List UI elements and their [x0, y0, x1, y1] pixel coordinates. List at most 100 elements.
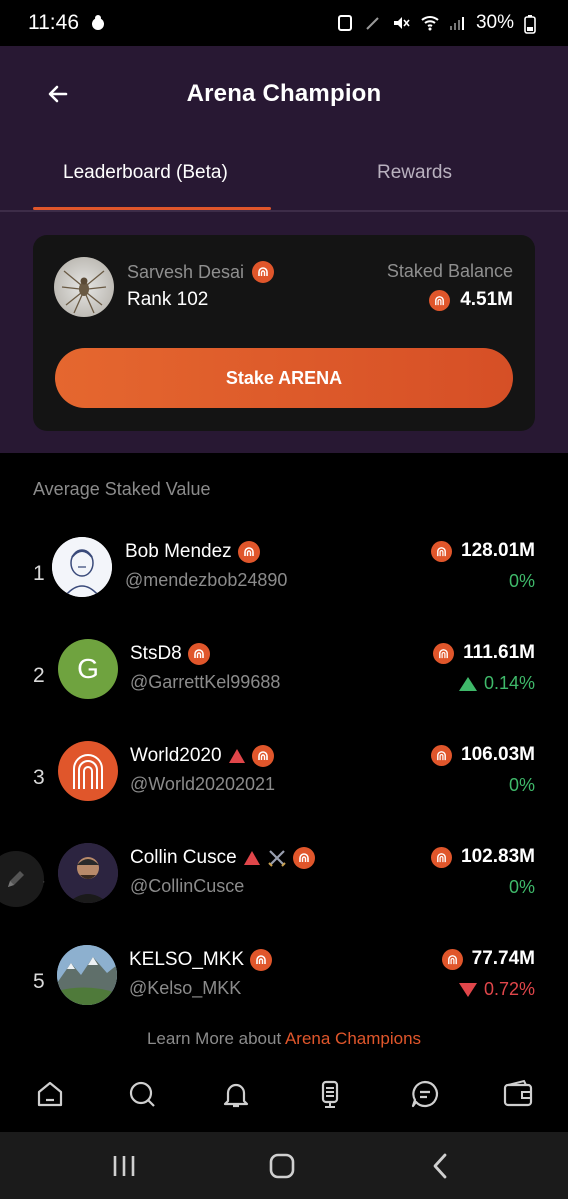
change-percent: 0% [508, 877, 535, 897]
arena-coin-icon [433, 642, 455, 664]
user-name: StsD8 [130, 643, 182, 664]
avatar[interactable]: G [58, 639, 118, 699]
change-percent: 0.72% [483, 979, 535, 999]
avatar[interactable] [54, 257, 114, 317]
user-name-row: Sarvesh Desai [127, 261, 275, 283]
ticket-icon[interactable] [312, 1076, 348, 1112]
tab-bar: Leaderboard (Beta) Rewards [0, 142, 568, 212]
section-label: Average Staked Value [33, 479, 211, 499]
arena-champions-link[interactable]: Arena Champions [285, 1029, 421, 1048]
staked-balance-value: 4.51M [460, 289, 513, 310]
leaderboard-row[interactable]: 2 G StsD8 @GarrettKel99688 111.61M 0.14% [0, 639, 568, 719]
user-name-row: Collin Cusce [130, 847, 315, 869]
staked-value: 102.83M [461, 846, 535, 867]
change-row: 0% [509, 877, 535, 898]
user-handle: @GarrettKel99688 [130, 672, 281, 692]
red-triangle-icon [243, 851, 260, 865]
active-tab-indicator [33, 207, 271, 210]
staked-balance-value-row: 4.51M [429, 289, 513, 311]
status-bar: 11:46 30% [0, 0, 568, 46]
user-name: KELSO_MKK [129, 949, 245, 970]
leaderboard-row[interactable]: 3 World2020 @World20202021 106.03M 0% [0, 741, 568, 821]
page-title: Arena Champion [186, 80, 382, 107]
champion-badge-icon [252, 261, 275, 283]
back-button[interactable] [40, 76, 76, 112]
user-card: Sarvesh Desai Rank 102 Staked Balance 4.… [33, 235, 535, 431]
arena-coin-icon [431, 540, 453, 562]
stake-arena-button[interactable]: Stake ARENA [55, 348, 513, 408]
champion-badge-icon [237, 541, 260, 563]
change-percent: 0% [508, 775, 535, 795]
avatar[interactable] [57, 945, 117, 1005]
rank-number: 2 [33, 664, 45, 687]
learn-more-text: Learn More about Arena Champions [0, 1029, 568, 1049]
chat-icon[interactable] [407, 1076, 443, 1112]
top-panel: Arena Champion Leaderboard (Beta) Reward… [0, 46, 568, 453]
battery-level: 30% [475, 12, 514, 33]
staked-value-row: 128.01M [431, 540, 535, 562]
alarm-icon [336, 14, 354, 32]
user-rank: Rank 102 [127, 289, 209, 310]
staked-value-row: 106.03M [431, 744, 535, 766]
wallet-icon[interactable] [500, 1076, 536, 1112]
system-nav-bar [0, 1132, 568, 1199]
change-row: 0.72% [458, 979, 535, 1000]
rank-number: 1 [33, 562, 45, 585]
learn-more-prefix: Learn More about [146, 1029, 285, 1048]
red-triangle-icon [228, 749, 245, 763]
status-time: 11:46 [28, 11, 79, 34]
arena-coin-icon [431, 744, 453, 766]
wifi-icon [420, 14, 439, 32]
crossed-swords-icon [267, 850, 286, 867]
user-handle: @World20202021 [130, 774, 276, 794]
user-handle: @mendezbob24890 [125, 570, 288, 590]
change-percent: 0.14% [483, 673, 535, 693]
header: Arena Champion [0, 46, 568, 142]
staked-value-row: 77.74M [441, 948, 535, 970]
avatar[interactable] [52, 537, 112, 597]
user-name-row: KELSO_MKK [129, 949, 273, 971]
staked-balance-label: Staked Balance [386, 261, 513, 281]
user-name: Collin Cusce [130, 847, 237, 868]
user-handle: @Kelso_MKK [129, 978, 242, 998]
change-row: 0% [509, 571, 535, 592]
arena-coin-icon [441, 948, 463, 970]
staked-value-row: 111.61M [433, 642, 535, 664]
change-row: 0% [509, 775, 535, 796]
leaderboard-row[interactable]: 4 Collin Cusce @CollinCusce 102.83M 0% [0, 843, 568, 923]
staked-value: 106.03M [461, 744, 535, 765]
staked-value: 77.74M [471, 948, 535, 969]
leaderboard-row[interactable]: 1 Bob Mendez @mendezbob24890 128.01M 0% [0, 537, 568, 617]
champion-badge-icon [251, 745, 274, 767]
pencil-icon [8, 871, 24, 887]
champion-badge-icon [292, 847, 315, 869]
home-button-icon[interactable] [267, 1152, 297, 1180]
tab-leaderboard[interactable]: Leaderboard (Beta) [63, 162, 228, 184]
user-name: Sarvesh Desai [127, 261, 245, 282]
home-icon[interactable] [32, 1076, 68, 1112]
champion-badge-icon [187, 643, 210, 665]
arena-coin-icon [431, 846, 453, 868]
pen-icon [364, 14, 382, 32]
bell-icon[interactable] [218, 1076, 254, 1112]
recent-apps-icon[interactable] [109, 1152, 139, 1180]
search-icon[interactable] [124, 1076, 160, 1112]
rank-number: 5 [33, 970, 45, 993]
leaderboard-row[interactable]: 5 KELSO_MKK @Kelso_MKK 77.74M 0.72% [0, 945, 568, 1025]
user-name-row: World2020 [130, 745, 274, 767]
user-handle: @CollinCusce [130, 876, 245, 896]
tab-rewards[interactable]: Rewards [377, 162, 452, 184]
avatar[interactable] [58, 741, 118, 801]
back-nav-icon[interactable] [426, 1152, 456, 1180]
user-name-row: StsD8 [130, 643, 210, 665]
staked-value: 128.01M [461, 540, 535, 561]
bottom-nav [0, 1062, 568, 1130]
triangle-down-icon [458, 982, 477, 997]
arrow-left-icon [48, 85, 68, 103]
arena-coin-icon [429, 289, 451, 311]
notification-icon [89, 14, 107, 32]
staked-value-row: 102.83M [431, 846, 535, 868]
rank-number: 3 [33, 766, 45, 789]
avatar[interactable] [58, 843, 118, 903]
user-name-row: Bob Mendez [125, 541, 260, 563]
